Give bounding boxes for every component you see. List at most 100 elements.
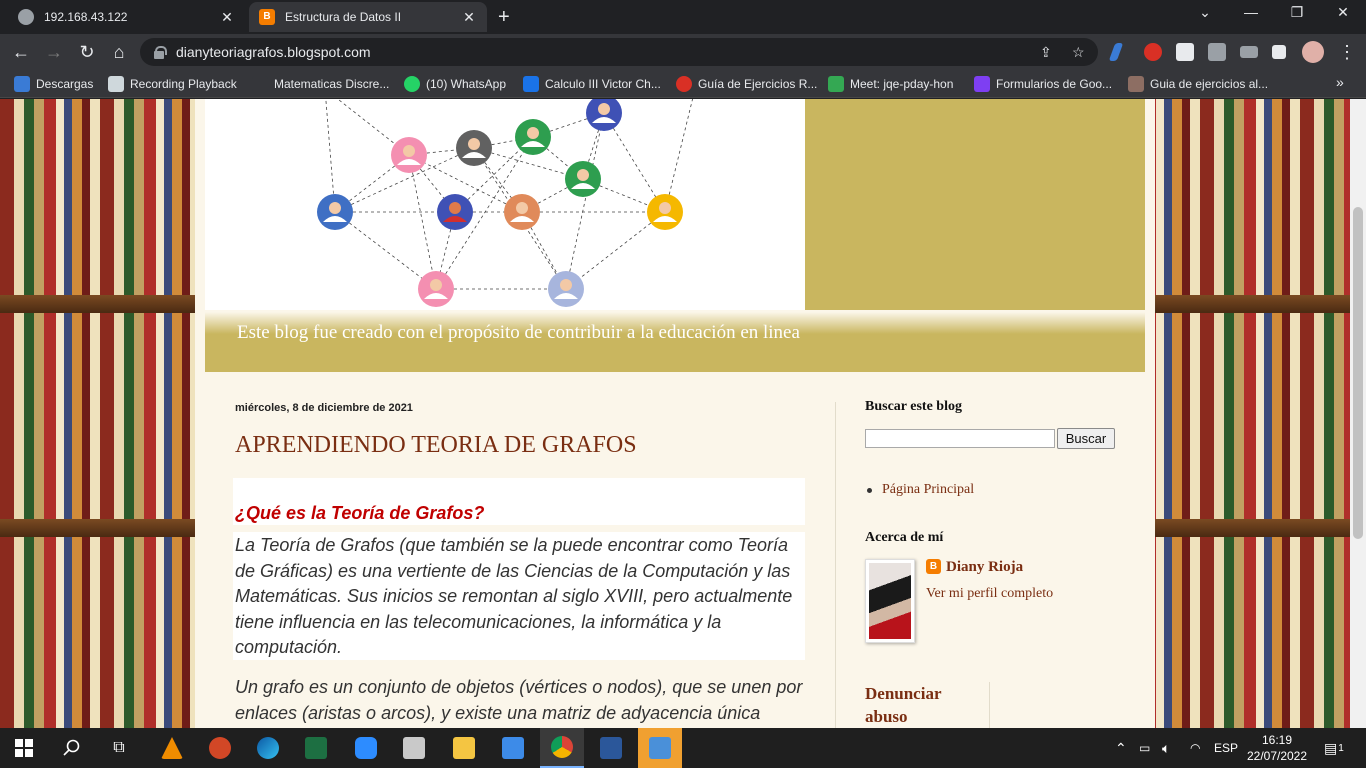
post-title[interactable]: APRENDIENDO TEORIA DE GRAFOS — [235, 432, 637, 459]
download-icon — [14, 76, 30, 92]
bookmark-guia-al[interactable]: Guia de ejercicios al... — [1128, 76, 1268, 92]
blog-search-input[interactable] — [865, 429, 1055, 448]
bookmark-extension-icon[interactable] — [1176, 43, 1194, 61]
side-panel-icon[interactable] — [1272, 45, 1286, 59]
notification-center-button[interactable]: ▤ 1 — [1324, 728, 1344, 768]
blog-description-bar: Este blog fue creado con el propósito de… — [205, 312, 1145, 372]
word-app[interactable] — [589, 728, 633, 768]
excel-app[interactable] — [294, 728, 338, 768]
scrollbar-thumb[interactable] — [1353, 207, 1363, 539]
chrome-app[interactable] — [540, 728, 584, 768]
search-icon — [63, 739, 80, 756]
battery-icon[interactable]: ▭ — [1139, 728, 1150, 768]
zoom-icon — [355, 737, 377, 759]
home-button[interactable]: ⌂ — [108, 41, 130, 63]
tray-overflow-icon[interactable]: ⌃ — [1115, 728, 1127, 768]
page-scrollbar[interactable] — [1350, 99, 1366, 728]
file-explorer-app[interactable] — [442, 728, 486, 768]
edge-app[interactable] — [246, 728, 290, 768]
post-date: miércoles, 8 de diciembre de 2021 — [235, 402, 413, 414]
excel-icon — [305, 737, 327, 759]
search-button[interactable]: Buscar — [1057, 428, 1115, 449]
column-divider — [835, 402, 836, 728]
language-indicator[interactable]: ESP — [1214, 728, 1238, 768]
vlc-app[interactable] — [150, 728, 194, 768]
about-heading: Acerca de mí — [865, 530, 944, 545]
bookmark-descargas[interactable]: Descargas — [14, 76, 93, 92]
blog-description: Este blog fue creado con el propósito de… — [237, 322, 800, 343]
bookmarks-overflow-button[interactable]: » — [1336, 74, 1344, 90]
header-gold-panel — [805, 99, 1145, 310]
chrome-icon — [551, 736, 573, 758]
blogger-profile-icon: B — [926, 559, 941, 574]
photos-app[interactable] — [638, 728, 682, 768]
media-queue-icon[interactable] — [1240, 46, 1258, 58]
profile-avatar[interactable] — [1302, 41, 1324, 63]
volume-icon[interactable]: 🔈︎ — [1162, 728, 1170, 768]
windows-taskbar: ⧉ ⌃ ▭ 🔈︎ ◠ ESP 16:19 22/07/2022 ▤ 1 — [0, 728, 1366, 768]
vlc-icon — [161, 737, 183, 759]
wifi-icon[interactable]: ◠ — [1190, 728, 1200, 768]
close-tab-icon[interactable]: ✕ — [461, 9, 477, 26]
extension-icon[interactable] — [1144, 43, 1162, 61]
puzzle-icon[interactable] — [1208, 43, 1226, 61]
bookmark-recording[interactable]: Recording Playback — [108, 76, 237, 92]
bookmark-meet[interactable]: Meet: jqe-pday-hon — [828, 76, 953, 92]
task-view-icon: ⧉ — [113, 739, 125, 756]
tools-icon — [403, 737, 425, 759]
bookmark-star-icon[interactable]: ☆ — [1072, 44, 1085, 61]
guia-al-icon — [1128, 76, 1144, 92]
powerpoint-app[interactable] — [198, 728, 242, 768]
profile-photo-image — [869, 563, 911, 639]
zoom-app[interactable] — [344, 728, 388, 768]
recording-icon — [108, 76, 124, 92]
powerpoint-icon — [209, 737, 231, 759]
bookmark-guia-r[interactable]: Guía de Ejercicios R... — [676, 76, 817, 92]
bookmark-calculo[interactable]: Calculo III Victor Ch... — [523, 76, 661, 92]
forward-button[interactable]: → — [43, 41, 65, 63]
meet-icon — [828, 76, 844, 92]
back-button[interactable]: ← — [10, 41, 32, 63]
whatsapp-icon — [404, 76, 420, 92]
mail-app[interactable] — [491, 728, 535, 768]
forms-icon — [974, 76, 990, 92]
search-taskbar-button[interactable] — [50, 728, 94, 768]
start-button[interactable] — [2, 728, 46, 768]
address-bar[interactable]: dianyteoriagrafos.blogspot.com ⇪ ☆ — [140, 38, 1098, 66]
task-view-button[interactable]: ⧉ — [97, 728, 141, 768]
report-abuse-heading: Denunciar abuso — [865, 684, 942, 726]
bookmark-matematicas[interactable]: Matematicas Discre... — [252, 76, 389, 92]
globe-icon — [18, 9, 34, 25]
post-paragraph: Un grafo es un conjunto de objetos (vért… — [235, 677, 803, 723]
notification-count: 1 — [1338, 742, 1344, 754]
reload-button[interactable]: ↻ — [76, 41, 98, 63]
menu-icon[interactable]: ⋮ — [1336, 41, 1358, 63]
list-bullet — [867, 488, 872, 493]
tab-search-icon[interactable]: ⌄ — [1190, 4, 1220, 21]
bookmark-whatsapp[interactable]: (10) WhatsApp — [404, 76, 506, 92]
notification-icon: ▤ — [1324, 739, 1338, 756]
tools-app[interactable] — [392, 728, 436, 768]
windows-logo-icon — [15, 739, 33, 757]
tab-ip[interactable]: 192.168.43.122 ✕ — [8, 2, 245, 32]
close-window-button[interactable]: ✕ — [1328, 4, 1358, 21]
pages-link-principal[interactable]: Página Principal — [882, 482, 974, 498]
new-tab-button[interactable]: + — [498, 6, 510, 28]
profile-name-link[interactable]: Diany Rioja — [946, 559, 1023, 576]
close-tab-icon[interactable]: ✕ — [219, 9, 235, 26]
share-icon[interactable]: ⇪ — [1040, 44, 1052, 61]
edge-icon — [257, 737, 279, 759]
tab-estructura[interactable]: B Estructura de Datos II ✕ — [249, 2, 487, 32]
blogger-icon: B — [259, 9, 275, 25]
minimize-button[interactable]: — — [1236, 4, 1266, 20]
tab-title: Estructura de Datos II — [285, 10, 402, 24]
lock-icon[interactable] — [154, 46, 167, 59]
profile-photo[interactable] — [865, 559, 915, 643]
tab-title: 192.168.43.122 — [44, 10, 128, 24]
pen-extension-icon[interactable] — [1108, 43, 1124, 61]
url-text: dianyteoriagrafos.blogspot.com — [176, 44, 371, 60]
profile-full-link[interactable]: Ver mi perfil completo — [926, 586, 1053, 602]
restore-button[interactable]: ❐ — [1282, 4, 1312, 21]
clock[interactable]: 16:19 22/07/2022 — [1246, 732, 1308, 764]
bookmark-formularios[interactable]: Formularios de Goo... — [974, 76, 1112, 92]
